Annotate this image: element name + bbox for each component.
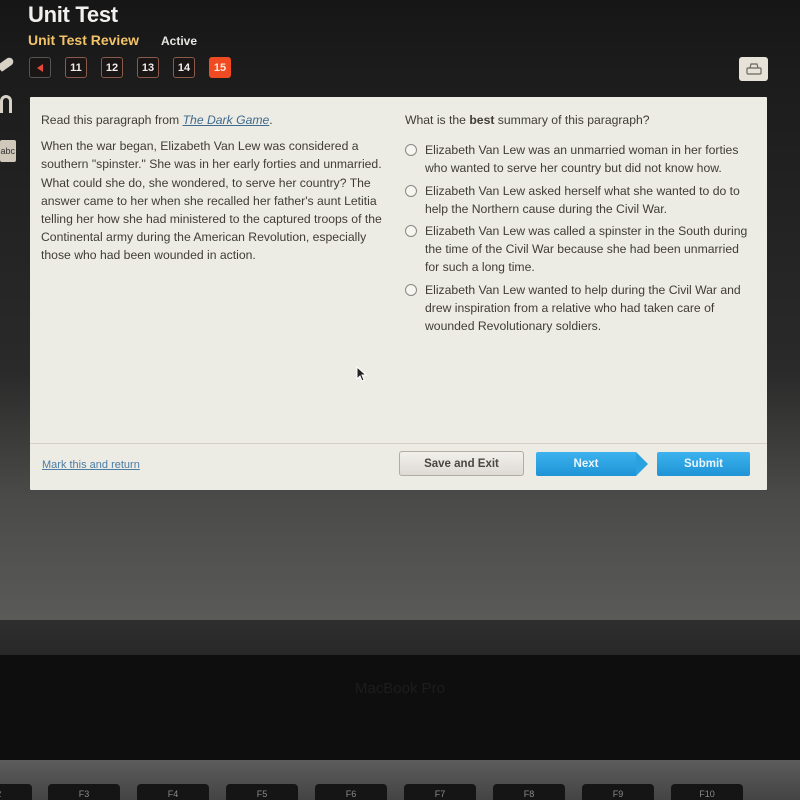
- prompt-emphasis: best: [469, 113, 495, 127]
- question-pane: What is the best summary of this paragra…: [405, 111, 755, 339]
- choice-text: Elizabeth Van Lew was an unmarried woman…: [425, 143, 739, 176]
- submit-button[interactable]: Submit: [657, 452, 750, 476]
- headphones-icon[interactable]: [0, 95, 12, 113]
- radio-button[interactable]: [405, 225, 417, 238]
- question-button-15[interactable]: 15: [209, 57, 231, 78]
- answer-choice-4[interactable]: Elizabeth Van Lew wanted to help during …: [405, 281, 755, 336]
- question-prompt: What is the best summary of this paragra…: [405, 111, 755, 129]
- laptop-chin: [0, 655, 800, 760]
- print-button[interactable]: [739, 57, 768, 81]
- question-button-12[interactable]: 12: [101, 57, 123, 78]
- function-key: F6: [315, 784, 387, 800]
- function-key: F3: [48, 784, 120, 800]
- footer-divider: [30, 443, 767, 444]
- answer-choice-3[interactable]: Elizabeth Van Lew was called a spinster …: [405, 222, 755, 277]
- prompt-prefix: What is the: [405, 113, 470, 127]
- mouse-cursor-icon: [356, 366, 368, 382]
- answer-choice-1[interactable]: Elizabeth Van Lew was an unmarried woman…: [405, 141, 755, 177]
- function-key: F2: [0, 784, 32, 800]
- function-key: F10: [671, 784, 743, 800]
- passage-intro: Read this paragraph from The Dark Game.: [41, 111, 391, 129]
- function-key: F4: [137, 784, 209, 800]
- intro-text: Read this paragraph from: [41, 113, 183, 127]
- choice-text: Elizabeth Van Lew wanted to help during …: [425, 282, 741, 334]
- question-button-11[interactable]: 11: [65, 57, 87, 78]
- prompt-suffix: summary of this paragraph?: [494, 113, 650, 127]
- print-icon: [745, 63, 762, 75]
- page-title: Unit Test: [28, 2, 118, 27]
- brand-label: MacBook Pro: [354, 680, 446, 697]
- screen-bezel: [0, 620, 800, 655]
- function-key: F7: [404, 784, 476, 800]
- mark-and-return-link[interactable]: Mark this and return: [42, 459, 140, 471]
- previous-arrow-icon: [37, 63, 43, 72]
- radio-button[interactable]: [405, 283, 417, 296]
- next-arrow-icon[interactable]: [636, 452, 648, 476]
- intro-suffix: .: [269, 113, 273, 127]
- screen: abc Unit Test Unit Test Review Active 11…: [0, 0, 800, 620]
- page-subtitle: Unit Test Review: [28, 32, 139, 48]
- tool-strip: abc: [0, 50, 22, 170]
- previous-question-button[interactable]: [29, 57, 51, 78]
- passage-pane: Read this paragraph from The Dark Game. …: [41, 111, 391, 265]
- passage-text: When the war began, Elizabeth Van Lew wa…: [41, 139, 382, 263]
- choice-text: Elizabeth Van Lew asked herself what she…: [425, 183, 740, 216]
- status-label: Active: [161, 34, 198, 48]
- choice-text: Elizabeth Van Lew was called a spinster …: [425, 224, 748, 275]
- question-button-13[interactable]: 13: [137, 57, 159, 78]
- radio-button[interactable]: [405, 144, 417, 157]
- source-title-link[interactable]: The Dark Game: [183, 113, 270, 127]
- function-key: F8: [493, 784, 565, 800]
- function-key: F5: [226, 784, 298, 800]
- answer-choice-2[interactable]: Elizabeth Van Lew asked herself what she…: [405, 182, 755, 218]
- question-button-14[interactable]: 14: [173, 57, 195, 78]
- function-key: F9: [582, 784, 654, 800]
- question-card: Read this paragraph from The Dark Game. …: [30, 97, 767, 490]
- save-and-exit-button[interactable]: Save and Exit: [399, 451, 524, 476]
- next-button[interactable]: Next: [536, 452, 636, 476]
- dictionary-icon[interactable]: abc: [0, 140, 16, 162]
- radio-button[interactable]: [405, 184, 417, 197]
- pencil-icon[interactable]: [0, 56, 15, 72]
